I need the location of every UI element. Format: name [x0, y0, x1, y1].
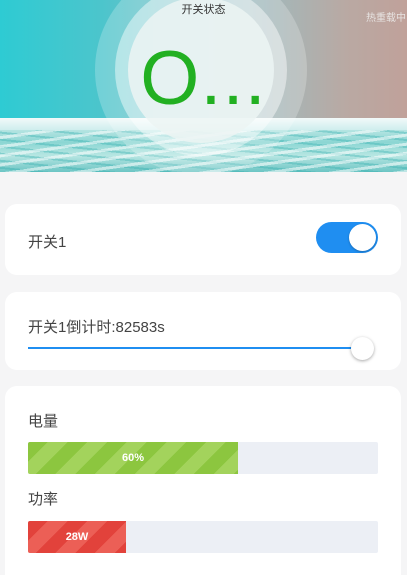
battery-value: 60%: [121, 452, 145, 464]
power-value: 28W: [65, 531, 89, 543]
status-header: 开关状态 O... 热重载中: [0, 0, 407, 172]
switch-card: 开关1: [5, 204, 401, 275]
power-bar: 28W: [28, 521, 378, 553]
battery-bar-fill: 60%: [28, 442, 238, 474]
countdown-card: 开关1倒计时:82583s: [5, 292, 401, 370]
power-bar-fill: 28W: [28, 521, 126, 553]
meters-card: 电量 60% 功率 28W: [5, 386, 401, 575]
battery-bar: 60%: [28, 442, 378, 474]
toggle-knob: [349, 224, 376, 251]
power-label: 功率: [28, 491, 59, 508]
status-value: O...: [140, 36, 267, 121]
countdown-label: 开关1倒计时:82583s: [28, 319, 165, 336]
battery-label: 电量: [28, 413, 59, 430]
switch-toggle[interactable]: [316, 222, 378, 253]
switch-label: 开关1: [28, 234, 67, 251]
countdown-slider-track[interactable]: [28, 347, 365, 349]
countdown-slider-thumb[interactable]: [351, 337, 374, 360]
status-title: 开关状态: [181, 3, 226, 16]
hot-reload-watermark: 热重载中: [366, 13, 406, 24]
